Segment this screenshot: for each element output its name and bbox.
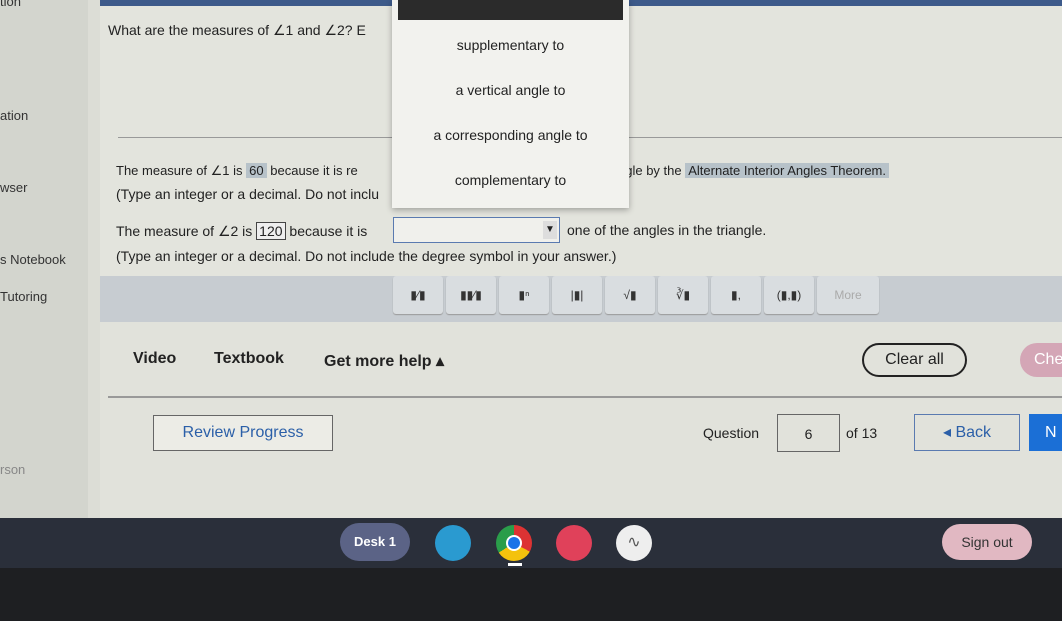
get-more-help-link[interactable]: Get more help ▴ xyxy=(324,351,444,371)
subscript-button[interactable]: ▮, xyxy=(711,276,761,314)
text: The measure of ∠1 is xyxy=(116,163,243,178)
chrome-center xyxy=(506,535,522,551)
answer-line-2: The measure of ∠2 is 120 because it is xyxy=(116,222,367,240)
hint-2: (Type an integer or a decimal. Do not in… xyxy=(116,248,617,264)
nav-item[interactable]: wser xyxy=(0,180,27,195)
classroom-app-icon[interactable] xyxy=(435,525,471,561)
chrome-icon[interactable] xyxy=(496,525,532,561)
answer-line-2-end: one of the angles in the triangle. xyxy=(567,222,767,238)
question-prompt: What are the measures of ∠1 and ∠2? E xyxy=(108,22,366,38)
exponent-button[interactable]: ▮ⁿ xyxy=(499,276,549,314)
desk-button[interactable]: Desk 1 xyxy=(340,523,410,561)
option-supplementary[interactable]: supplementary to xyxy=(392,37,629,53)
next-button[interactable]: N xyxy=(1029,414,1062,451)
dropdown-menu: supplementary to a vertical angle to a c… xyxy=(392,0,629,208)
textbook-link[interactable]: Textbook xyxy=(214,350,284,368)
palette-app-icon[interactable] xyxy=(556,525,592,561)
question-total: of 13 xyxy=(846,425,878,441)
text: because it is xyxy=(289,223,368,239)
text: The measure of ∠2 is xyxy=(116,223,253,239)
menu-header xyxy=(398,0,623,20)
question-label: Question xyxy=(703,425,760,441)
clear-all-button[interactable]: Clear all xyxy=(862,343,967,377)
option-complementary[interactable]: complementary to xyxy=(392,172,629,188)
back-button[interactable]: ◂ Back xyxy=(914,414,1020,451)
theorem-answer[interactable]: Alternate Interior Angles Theorem. xyxy=(685,163,889,178)
mixed-number-button[interactable]: ▮▮⁄▮ xyxy=(446,276,496,314)
canvas-app-icon[interactable]: ∿ xyxy=(616,525,652,561)
angle1-answer[interactable]: 60 xyxy=(246,163,267,178)
angle2-answer[interactable]: 120 xyxy=(256,222,286,240)
square-root-button[interactable]: √▮ xyxy=(605,276,655,314)
question-number-input[interactable]: 6 xyxy=(777,414,840,452)
nth-root-button[interactable]: ∛▮ xyxy=(658,276,708,314)
nav-item[interactable]: tion xyxy=(0,0,21,9)
hint-1: (Type an integer or a decimal. Do not in… xyxy=(116,186,380,202)
video-link[interactable]: Video xyxy=(133,350,176,368)
review-progress-button[interactable]: Review Progress xyxy=(153,415,333,451)
answer-line-1-end: ngle by the Alternate Interior Angles Th… xyxy=(618,163,889,178)
divider xyxy=(108,396,1062,398)
nav-item[interactable]: ation xyxy=(0,108,28,123)
nav-item-notebook[interactable]: s Notebook xyxy=(0,252,66,267)
option-vertical[interactable]: a vertical angle to xyxy=(392,82,629,98)
reason-dropdown[interactable]: ▼ xyxy=(393,217,560,243)
sign-out-button[interactable]: Sign out xyxy=(942,524,1032,560)
more-button[interactable]: More xyxy=(817,276,879,314)
check-answer-button[interactable]: Che xyxy=(1020,343,1062,377)
math-toolbar: ▮⁄▮ ▮▮⁄▮ ▮ⁿ |▮| √▮ ∛▮ ▮, (▮,▮) More xyxy=(100,276,1062,322)
nav-item-tutoring[interactable]: Tutoring xyxy=(0,289,47,304)
option-corresponding[interactable]: a corresponding angle to xyxy=(392,127,629,143)
text: because it is re xyxy=(270,163,358,178)
answer-line-1: The measure of ∠1 is 60 because it is re xyxy=(116,163,358,179)
nav-item: rson xyxy=(0,462,26,477)
fraction-button[interactable]: ▮⁄▮ xyxy=(393,276,443,314)
ordered-pair-button[interactable]: (▮,▮) xyxy=(764,276,814,314)
absolute-value-button[interactable]: |▮| xyxy=(552,276,602,314)
active-indicator xyxy=(508,563,522,566)
caret-down-icon[interactable]: ▼ xyxy=(543,221,557,239)
left-nav: tion ation wser s Notebook Tutoring rson xyxy=(0,0,88,518)
